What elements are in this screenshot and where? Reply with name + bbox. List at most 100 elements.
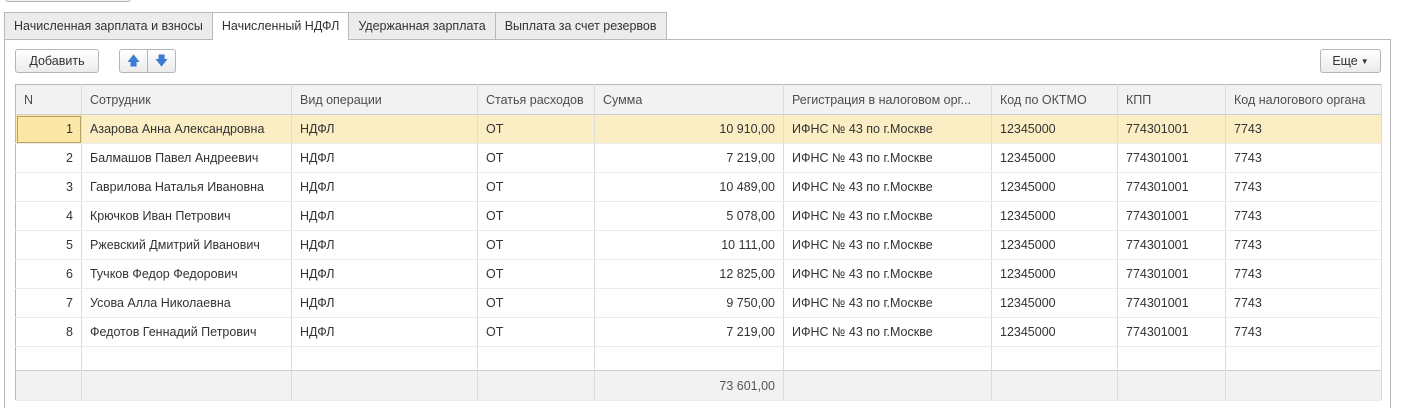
cell-row-number[interactable]: 6: [15, 259, 82, 289]
cell-tax-registration[interactable]: ИФНС № 43 по г.Москве: [783, 201, 992, 231]
column-header-oktmo[interactable]: Код по ОКТМО: [991, 84, 1118, 115]
table-row[interactable]: 5 Ржевский Дмитрий Иванович НДФЛ ОТ 10 111,0…: [15, 230, 1382, 260]
cell-tax-authority-code[interactable]: 7743: [1225, 259, 1382, 289]
cell-oktmo[interactable]: 12345000: [991, 172, 1118, 202]
cell-employee[interactable]: Федотов Геннадий Петрович: [81, 317, 292, 347]
cell-employee[interactable]: Тучков Федор Федорович: [81, 259, 292, 289]
table-row[interactable]: 4 Крючков Иван Петрович НДФЛ ОТ 5 078,00 ИФНС…: [15, 201, 1382, 231]
cell-employee[interactable]: Азарова Анна Александровна: [81, 114, 292, 144]
column-header-operation[interactable]: Вид операции: [291, 84, 478, 115]
column-header-tax-registration[interactable]: Регистрация в налоговом орг...: [783, 84, 992, 115]
cell-tax-authority-code[interactable]: 7743: [1225, 288, 1382, 318]
cell-row-number[interactable]: 2: [15, 143, 82, 173]
column-header-kpp[interactable]: КПП: [1117, 84, 1226, 115]
cell-row-number[interactable]: 7: [15, 288, 82, 318]
cell-tax-registration[interactable]: ИФНС № 43 по г.Москве: [783, 259, 992, 289]
cell-expense-item[interactable]: ОТ: [477, 143, 595, 173]
cell-tax-authority-code[interactable]: 7743: [1225, 201, 1382, 231]
cell-oktmo[interactable]: 12345000: [991, 143, 1118, 173]
cell-oktmo[interactable]: 12345000: [991, 259, 1118, 289]
cell-operation[interactable]: НДФЛ: [291, 288, 478, 318]
cell-tax-registration[interactable]: ИФНС № 43 по г.Москве: [783, 114, 992, 144]
cell-expense-item[interactable]: ОТ: [477, 259, 595, 289]
cell-employee[interactable]: Гаврилова Наталья Ивановна: [81, 172, 292, 202]
cell-expense-item[interactable]: ОТ: [477, 114, 595, 144]
cell-tax-registration[interactable]: ИФНС № 43 по г.Москве: [783, 317, 992, 347]
cell-tax-registration[interactable]: ИФНС № 43 по г.Москве: [783, 172, 992, 202]
table-row[interactable]: 2 Балмашов Павел Андреевич НДФЛ ОТ 7 219,00 И…: [15, 143, 1382, 173]
cell-kpp[interactable]: 774301001: [1117, 230, 1226, 260]
cell-operation[interactable]: НДФЛ: [291, 172, 478, 202]
column-header-sum[interactable]: Сумма: [594, 84, 784, 115]
cell-oktmo[interactable]: 12345000: [991, 114, 1118, 144]
cell-sum[interactable]: 10 910,00: [594, 114, 784, 144]
tab-accrued-salary[interactable]: Начисленная зарплата и взносы: [4, 12, 213, 39]
add-button[interactable]: Добавить: [15, 49, 99, 73]
cell-sum[interactable]: 5 078,00: [594, 201, 784, 231]
cell-kpp[interactable]: 774301001: [1117, 259, 1226, 289]
more-button[interactable]: Еще ▼: [1320, 49, 1381, 73]
cell-sum[interactable]: 7 219,00: [594, 143, 784, 173]
move-up-button[interactable]: 🡅: [119, 49, 148, 73]
top-button-stub[interactable]: [5, 0, 131, 2]
cell-operation[interactable]: НДФЛ: [291, 143, 478, 173]
table-row[interactable]: 6 Тучков Федор Федорович НДФЛ ОТ 12 825,00 ИФ…: [15, 259, 1382, 289]
cell-tax-authority-code[interactable]: 7743: [1225, 114, 1382, 144]
empty-row[interactable]: [15, 346, 1382, 371]
cell-operation[interactable]: НДФЛ: [291, 259, 478, 289]
table-row[interactable]: 7 Усова Алла Николаевна НДФЛ ОТ 9 750,00 ИФНС…: [15, 288, 1382, 318]
cell-operation[interactable]: НДФЛ: [291, 317, 478, 347]
cell-expense-item[interactable]: ОТ: [477, 172, 595, 202]
column-header-tax-authority-code[interactable]: Код налогового органа: [1225, 84, 1382, 115]
cell-kpp[interactable]: 774301001: [1117, 114, 1226, 144]
cell-employee[interactable]: Ржевский Дмитрий Иванович: [81, 230, 292, 260]
cell-tax-authority-code[interactable]: 7743: [1225, 172, 1382, 202]
tab-reserve-payments[interactable]: Выплата за счет резервов: [494, 12, 667, 39]
cell-operation[interactable]: НДФЛ: [291, 230, 478, 260]
cell-sum[interactable]: 10 111,00: [594, 230, 784, 260]
tab-accrued-ndfl[interactable]: Начисленный НДФЛ: [211, 12, 350, 40]
cell-expense-item[interactable]: ОТ: [477, 230, 595, 260]
cell-tax-registration[interactable]: ИФНС № 43 по г.Москве: [783, 143, 992, 173]
tab-withheld-salary[interactable]: Удержанная зарплата: [348, 12, 496, 39]
cell-expense-item[interactable]: ОТ: [477, 317, 595, 347]
cell-oktmo[interactable]: 12345000: [991, 317, 1118, 347]
cell-employee[interactable]: Балмашов Павел Андреевич: [81, 143, 292, 173]
cell-employee[interactable]: Крючков Иван Петрович: [81, 201, 292, 231]
cell-tax-authority-code[interactable]: 7743: [1225, 317, 1382, 347]
cell-tax-registration[interactable]: ИФНС № 43 по г.Москве: [783, 288, 992, 318]
cell-tax-authority-code[interactable]: 7743: [1225, 230, 1382, 260]
cell-kpp[interactable]: 774301001: [1117, 317, 1226, 347]
cell-kpp[interactable]: 774301001: [1117, 143, 1226, 173]
cell-sum[interactable]: 10 489,00: [594, 172, 784, 202]
cell-oktmo[interactable]: 12345000: [991, 201, 1118, 231]
cell-row-number[interactable]: 1: [15, 114, 82, 144]
cell-operation[interactable]: НДФЛ: [291, 201, 478, 231]
cell-row-number[interactable]: 5: [15, 230, 82, 260]
column-header-expense-item[interactable]: Статья расходов: [477, 84, 595, 115]
move-down-button[interactable]: 🡇: [147, 49, 176, 73]
cell-oktmo[interactable]: 12345000: [991, 230, 1118, 260]
cell-row-number[interactable]: 3: [15, 172, 82, 202]
cell-sum[interactable]: 12 825,00: [594, 259, 784, 289]
footer-cell: [291, 370, 478, 401]
cell-oktmo[interactable]: 12345000: [991, 288, 1118, 318]
column-header-employee[interactable]: Сотрудник: [81, 84, 292, 115]
cell-row-number[interactable]: 4: [15, 201, 82, 231]
cell-operation[interactable]: НДФЛ: [291, 114, 478, 144]
cell-expense-item[interactable]: ОТ: [477, 288, 595, 318]
table-row[interactable]: 3 Гаврилова Наталья Ивановна НДФЛ ОТ 10 489,…: [15, 172, 1382, 202]
cell-expense-item[interactable]: ОТ: [477, 201, 595, 231]
cell-sum[interactable]: 9 750,00: [594, 288, 784, 318]
cell-row-number[interactable]: 8: [15, 317, 82, 347]
cell-tax-authority-code[interactable]: 7743: [1225, 143, 1382, 173]
cell-kpp[interactable]: 774301001: [1117, 201, 1226, 231]
cell-sum[interactable]: 7 219,00: [594, 317, 784, 347]
cell-tax-registration[interactable]: ИФНС № 43 по г.Москве: [783, 230, 992, 260]
table-row[interactable]: 1 Азарова Анна Александровна НДФЛ ОТ 10 910,…: [15, 114, 1382, 144]
cell-kpp[interactable]: 774301001: [1117, 288, 1226, 318]
table-row[interactable]: 8 Федотов Геннадий Петрович НДФЛ ОТ 7 219,00…: [15, 317, 1382, 347]
cell-employee[interactable]: Усова Алла Николаевна: [81, 288, 292, 318]
column-header-n[interactable]: N: [15, 84, 82, 115]
cell-kpp[interactable]: 774301001: [1117, 172, 1226, 202]
